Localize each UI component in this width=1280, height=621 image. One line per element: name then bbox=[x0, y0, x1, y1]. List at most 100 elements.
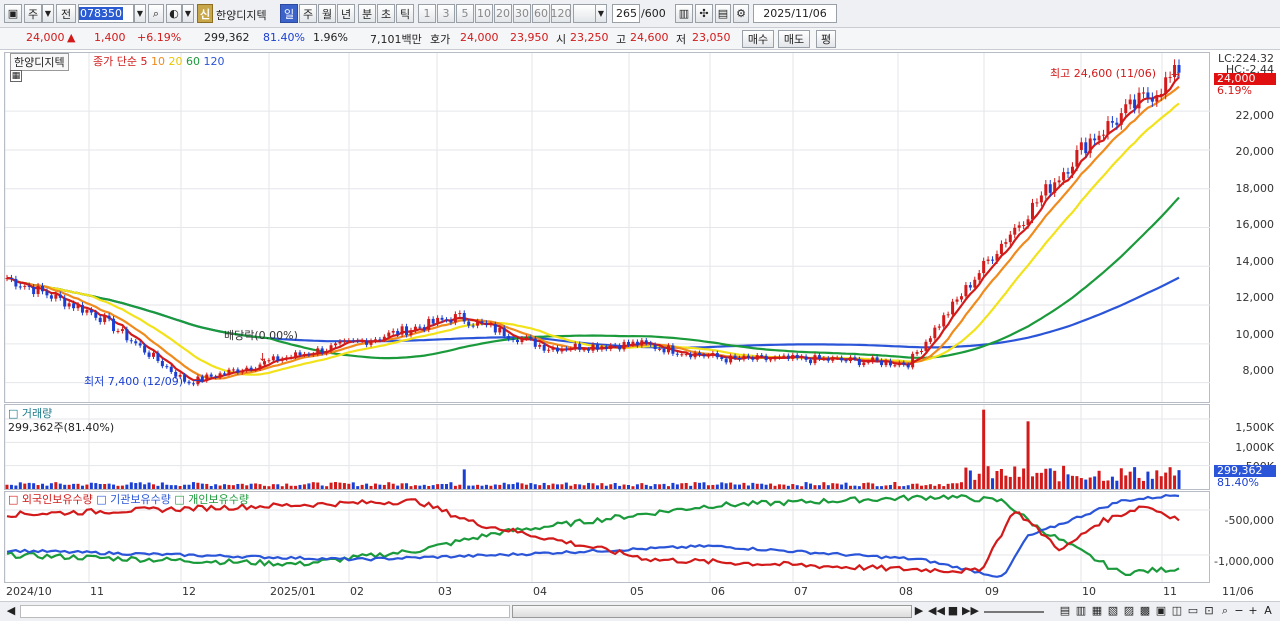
interval-20[interactable]: 20 bbox=[494, 4, 512, 23]
zoom-search-icon[interactable]: ⌕ bbox=[1218, 604, 1232, 618]
scroll-track[interactable] bbox=[20, 605, 510, 618]
tab-year[interactable]: 년 bbox=[337, 4, 355, 23]
volume-bar bbox=[45, 485, 49, 489]
window-menu-icon[interactable]: ▣ bbox=[4, 4, 22, 23]
candle-body bbox=[928, 338, 932, 342]
font-size-icon[interactable]: A bbox=[1261, 604, 1275, 618]
stock-code-input[interactable]: 078350 bbox=[78, 4, 134, 23]
candle-body bbox=[871, 357, 875, 362]
tab-day[interactable]: 일 bbox=[280, 4, 298, 23]
volume-bar bbox=[9, 484, 13, 489]
code-dropdown-icon[interactable]: ▼ bbox=[134, 4, 146, 23]
candle-body bbox=[280, 358, 284, 361]
gear-icon[interactable]: ⚙ bbox=[733, 4, 749, 23]
volume-bar bbox=[191, 482, 195, 489]
interval-1[interactable]: 1 bbox=[418, 4, 436, 23]
candle-body bbox=[9, 278, 13, 280]
volume-bar bbox=[1084, 479, 1088, 489]
custom-interval-dropdown-icon[interactable]: ▼ bbox=[595, 4, 607, 23]
volume-bar bbox=[85, 484, 89, 489]
chart-toolbar: ▣ 주 ▼ 전 078350 ▼ ⌕ ◐ ▼ 신 한양디지텍 일 주 월 년 분… bbox=[0, 0, 1280, 28]
prev-button[interactable]: 전 bbox=[56, 4, 76, 23]
high-arrow-icon: → bbox=[1171, 68, 1180, 81]
chart-icon-2[interactable]: ▥ bbox=[1074, 604, 1088, 618]
candle-body bbox=[489, 324, 493, 326]
volume-bar bbox=[1022, 468, 1026, 489]
interval-3[interactable]: 3 bbox=[437, 4, 455, 23]
buy-button[interactable]: 매수 bbox=[742, 30, 774, 48]
candle-body bbox=[1155, 95, 1159, 102]
interval-30[interactable]: 30 bbox=[513, 4, 531, 23]
period-select[interactable]: 주 bbox=[24, 4, 42, 23]
candle-body bbox=[209, 374, 213, 377]
candle-body bbox=[449, 319, 453, 323]
chart-icon-4[interactable]: ▧ bbox=[1106, 604, 1120, 618]
average-button[interactable]: 평 bbox=[816, 30, 836, 48]
ma-legend: 종가 단순 5 10 20 60 120 bbox=[93, 53, 224, 69]
candle-body bbox=[915, 352, 919, 354]
scroll-left-icon[interactable]: ◀ bbox=[4, 604, 18, 618]
count-input[interactable]: 265 bbox=[612, 4, 640, 23]
chart-icon-6[interactable]: ▩ bbox=[1138, 604, 1152, 618]
volume-bar bbox=[955, 483, 959, 489]
chart-icon-8[interactable]: ◫ bbox=[1170, 604, 1184, 618]
candle-type-icon[interactable]: ▥ bbox=[675, 4, 693, 23]
tab-second[interactable]: 초 bbox=[377, 4, 395, 23]
candle-body bbox=[351, 340, 355, 342]
zoom-in-icon[interactable]: + bbox=[1246, 604, 1260, 618]
scroll-thumb[interactable] bbox=[512, 605, 912, 618]
chart-icon-9[interactable]: ▭ bbox=[1186, 604, 1200, 618]
chart-icon-5[interactable]: ▨ bbox=[1122, 604, 1136, 618]
interval-5[interactable]: 5 bbox=[456, 4, 474, 23]
stop-icon[interactable]: ■ bbox=[946, 604, 960, 618]
crosshair-icon[interactable]: ✣ bbox=[695, 4, 713, 23]
interval-10[interactable]: 10 bbox=[475, 4, 493, 23]
volume-bar bbox=[276, 484, 280, 489]
scroll-right-icon[interactable]: ▶ bbox=[912, 604, 926, 618]
volume-bar bbox=[129, 482, 133, 489]
x-label: 04 bbox=[533, 585, 547, 598]
volume-bar bbox=[378, 484, 382, 489]
save-icon[interactable]: ▤ bbox=[715, 4, 731, 23]
zoom-out-icon[interactable]: − bbox=[1232, 604, 1246, 618]
volume-bar bbox=[369, 485, 373, 489]
candle-body bbox=[582, 349, 586, 351]
shin-button[interactable]: 신 bbox=[197, 4, 213, 23]
interval-120[interactable]: 120 bbox=[551, 4, 572, 23]
chart-icon-1[interactable]: ▤ bbox=[1058, 604, 1072, 618]
grid-toggle-icon[interactable]: ▦ bbox=[10, 70, 22, 82]
speed-slider[interactable] bbox=[984, 611, 1044, 613]
tab-week[interactable]: 주 bbox=[299, 4, 317, 23]
volume-bar bbox=[427, 485, 431, 489]
interval-60[interactable]: 60 bbox=[532, 4, 550, 23]
candle-body bbox=[205, 374, 209, 381]
volume-bar bbox=[1177, 470, 1181, 489]
tab-tick[interactable]: 틱 bbox=[396, 4, 414, 23]
chart-icon-7[interactable]: ▣ bbox=[1154, 604, 1168, 618]
chart-icon-3[interactable]: ▦ bbox=[1090, 604, 1104, 618]
sound-icon[interactable]: ◐ bbox=[166, 4, 182, 23]
candle-body bbox=[959, 296, 963, 300]
price-change: 1,400 bbox=[94, 31, 126, 44]
play-icon[interactable]: ▶▶ bbox=[962, 604, 979, 618]
candle-body bbox=[751, 357, 755, 360]
tab-month[interactable]: 월 bbox=[318, 4, 336, 23]
price-chart[interactable]: → → ↓ bbox=[5, 53, 1210, 402]
volume-chart[interactable] bbox=[5, 405, 1210, 489]
rewind-icon[interactable]: ◀◀ bbox=[928, 604, 945, 618]
volume-bar bbox=[1168, 467, 1172, 489]
volume-bar bbox=[285, 483, 289, 489]
candle-body bbox=[862, 362, 866, 366]
sound-dropdown-icon[interactable]: ▼ bbox=[182, 4, 194, 23]
candle-body bbox=[875, 357, 879, 361]
chevron-down-icon[interactable]: ▼ bbox=[42, 4, 54, 23]
chart-icon-10[interactable]: ⊡ bbox=[1202, 604, 1216, 618]
volume-bar bbox=[396, 485, 400, 489]
candle-body bbox=[18, 286, 22, 288]
search-icon[interactable]: ⌕ bbox=[148, 4, 164, 23]
volume-bar bbox=[804, 482, 808, 489]
volume-bar bbox=[391, 483, 395, 489]
tab-minute[interactable]: 분 bbox=[358, 4, 376, 23]
date-input[interactable]: 2025/11/06 bbox=[753, 4, 837, 23]
sell-button[interactable]: 매도 bbox=[778, 30, 810, 48]
